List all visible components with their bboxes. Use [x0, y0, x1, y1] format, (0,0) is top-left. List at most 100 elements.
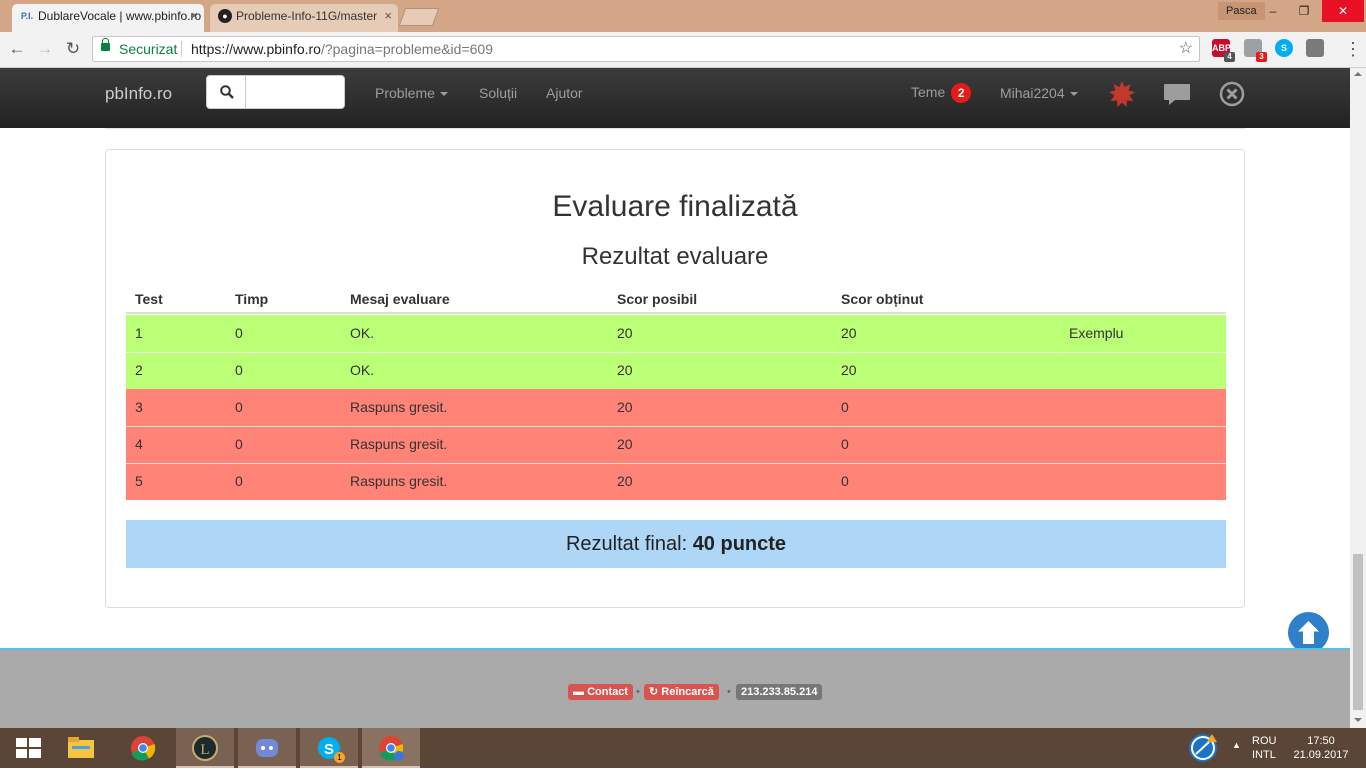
- scrollbar-thumb[interactable]: [1353, 554, 1363, 710]
- maximize-button[interactable]: ❐: [1289, 0, 1319, 22]
- chrome-taskbar[interactable]: [114, 728, 172, 768]
- row-divider: [126, 463, 1226, 464]
- cell-scor-posibil: 20: [617, 362, 633, 378]
- svg-text:L: L: [200, 742, 209, 758]
- table-row: 1 0 OK. 20 20 Exemplu: [126, 315, 1226, 352]
- translate-extension-icon[interactable]: 3: [1244, 39, 1267, 62]
- chevron-down-icon: [439, 92, 448, 97]
- league-of-legends-taskbar[interactable]: L: [176, 728, 234, 768]
- close-window-button[interactable]: ✕: [1322, 0, 1364, 22]
- cell-timp: 0: [235, 325, 243, 341]
- cell-scor-posibil: 20: [617, 473, 633, 489]
- tray-expand-icon[interactable]: ▲: [1232, 740, 1241, 750]
- arrow-up-icon: [1298, 621, 1319, 644]
- cell-scor-obtinut: 0: [841, 436, 849, 452]
- reload-icon[interactable]: ↻: [62, 38, 84, 60]
- scroll-down-arrow-icon[interactable]: [1354, 718, 1362, 722]
- ip-address-badge: 213.233.85.214: [736, 684, 823, 700]
- page-scrollbar[interactable]: [1350, 68, 1366, 728]
- url-field[interactable]: Securizat https://www.pbinfo.ro/?pagina=…: [92, 36, 1200, 62]
- skype-extension-icon[interactable]: S: [1275, 39, 1293, 57]
- save-extension-icon[interactable]: [1306, 39, 1324, 57]
- discord-taskbar[interactable]: [238, 728, 296, 768]
- cell-test: 1: [135, 325, 143, 341]
- scroll-up-arrow-icon[interactable]: [1354, 72, 1362, 76]
- reload-button[interactable]: ↻ Reîncarcă: [644, 684, 719, 700]
- search-form: [206, 75, 345, 109]
- cell-scor-posibil: 20: [617, 325, 633, 341]
- cell-test: 4: [135, 436, 143, 452]
- section-subtitle: Rezultat evaluare: [581, 243, 769, 270]
- cell-mesaj: OK.: [350, 325, 375, 341]
- folder-icon: [68, 737, 94, 758]
- language-indicator[interactable]: ROU INTL: [1252, 734, 1276, 762]
- header-timp: Timp: [235, 291, 269, 307]
- cell-timp: 0: [235, 473, 243, 489]
- browser-tab-github[interactable]: ● Probleme-Info-11G/master ×: [210, 4, 398, 32]
- table-row: 3 0 Raspuns gresit. 20 0: [126, 389, 1226, 426]
- url-host: https://www.pbinfo.ro: [191, 41, 321, 57]
- secure-label: Securizat: [119, 41, 178, 57]
- cell-mesaj: Raspuns gresit.: [350, 436, 448, 452]
- messages-icon[interactable]: [1163, 80, 1191, 108]
- cell-scor-obtinut: 0: [841, 473, 849, 489]
- page-content: Evaluare finalizată Rezultat evaluare Te…: [0, 128, 1350, 648]
- row-divider: [126, 352, 1226, 353]
- footer-separator: •: [636, 686, 640, 698]
- teme-count-badge: 2: [951, 83, 972, 103]
- chrome-profile-taskbar[interactable]: [362, 728, 420, 768]
- table-row: 5 0 Raspuns gresit. 20 0: [126, 463, 1226, 500]
- nav-teme[interactable]: Teme 2: [911, 83, 972, 103]
- contact-button[interactable]: ▬ Contact: [568, 684, 634, 700]
- evaluation-panel: Evaluare finalizată Rezultat evaluare Te…: [105, 149, 1245, 608]
- browser-menu-icon[interactable]: ⋮: [1344, 38, 1362, 60]
- url-divider: [181, 41, 182, 57]
- nav-teme-label: Teme: [911, 84, 946, 100]
- search-button[interactable]: [207, 76, 246, 108]
- header-scor-obtinut: Scor obținut: [841, 291, 924, 307]
- windows-taskbar: L S 1 ▲ ROU INTL 17:50 21.09.2017: [0, 728, 1366, 768]
- language-bottom: INTL: [1252, 749, 1276, 761]
- logout-icon[interactable]: [1218, 80, 1246, 108]
- site-navbar: pbInfo.ro Probleme Soluții Ajutor Teme 2 …: [0, 68, 1350, 128]
- nav-user-menu[interactable]: Mihai2204: [1000, 85, 1078, 101]
- brand-logo[interactable]: pbInfo.ro: [105, 84, 172, 104]
- divider: [105, 128, 1245, 129]
- nav-probleme[interactable]: Probleme: [375, 85, 448, 101]
- scroll-to-top-button[interactable]: [1288, 612, 1329, 653]
- pbinfo-favicon-icon: P.I.: [20, 11, 34, 21]
- adblock-plus-icon[interactable]: ABP 4: [1212, 39, 1235, 62]
- reload-label: Reîncarcă: [661, 686, 714, 698]
- notifications-burst-icon[interactable]: [1108, 80, 1136, 108]
- start-button[interactable]: [0, 728, 50, 768]
- cell-timp: 0: [235, 399, 243, 415]
- system-clock[interactable]: 17:50 21.09.2017: [1292, 734, 1350, 762]
- cell-mesaj: Raspuns gresit.: [350, 399, 448, 415]
- nav-solutii[interactable]: Soluții: [479, 85, 517, 101]
- bookmark-star-icon[interactable]: ☆: [1179, 37, 1193, 61]
- steam-tray-icon[interactable]: [1186, 732, 1220, 764]
- header-mesaj: Mesaj evaluare: [350, 291, 450, 307]
- cell-scor-posibil: 20: [617, 436, 633, 452]
- ext-badge: 4: [1224, 52, 1235, 62]
- browser-tab-active[interactable]: P.I. DublareVocale | www.pbinfo.ro ×: [12, 4, 204, 32]
- windows-logo-icon: [16, 738, 41, 758]
- url-text: https://www.pbinfo.ro/?pagina=probleme&i…: [191, 37, 493, 61]
- tab-close-icon[interactable]: ×: [190, 4, 198, 28]
- forward-icon[interactable]: →: [34, 38, 56, 60]
- site-footer: ▬ Contact • ↻ Reîncarcă • 213.233.85.214: [0, 648, 1350, 728]
- github-icon: ●: [218, 9, 232, 23]
- minimize-button[interactable]: –: [1258, 0, 1288, 22]
- table-row: 4 0 Raspuns gresit. 20 0: [126, 426, 1226, 463]
- skype-taskbar[interactable]: S 1: [300, 728, 358, 768]
- tab-title: Probleme-Info-11G/master: [236, 9, 378, 23]
- back-icon[interactable]: ←: [6, 38, 28, 60]
- search-input[interactable]: [247, 76, 343, 108]
- new-tab-button[interactable]: [398, 8, 440, 26]
- nav-ajutor[interactable]: Ajutor: [546, 85, 583, 101]
- league-of-legends-icon: L: [192, 735, 218, 761]
- tab-close-icon[interactable]: ×: [384, 4, 392, 28]
- file-explorer-taskbar[interactable]: [52, 728, 110, 768]
- skype-notification-badge: 1: [334, 752, 345, 763]
- table-row: 2 0 OK. 20 20: [126, 352, 1226, 389]
